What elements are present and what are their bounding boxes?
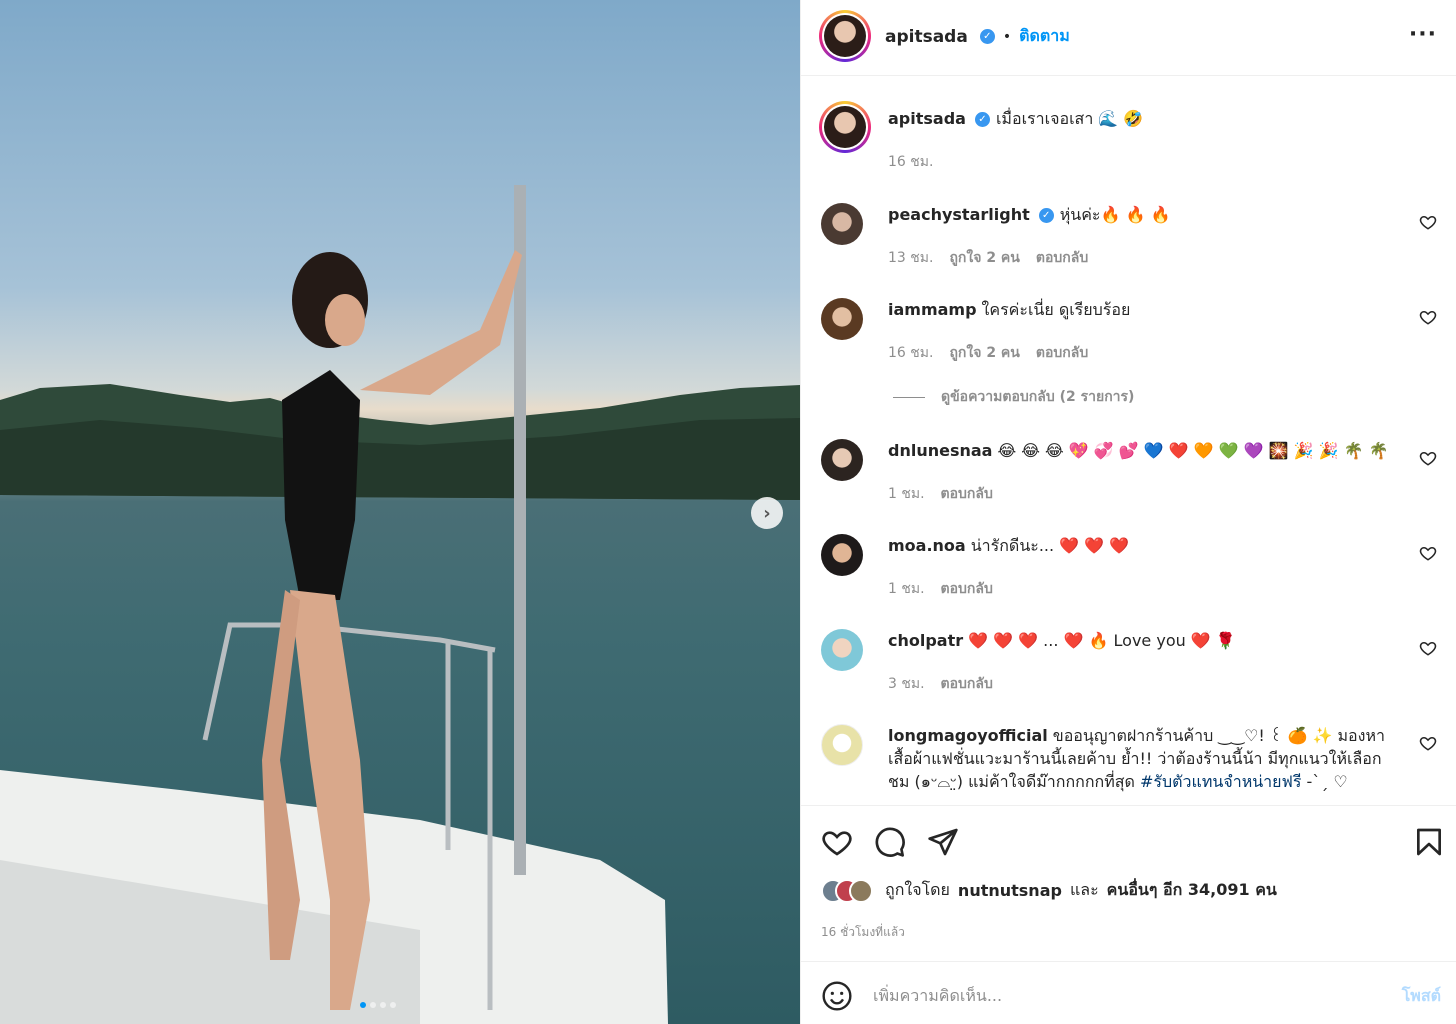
carousel-dot <box>370 1002 376 1008</box>
chevron-right-icon: › <box>763 502 771 524</box>
liked-by-user[interactable]: nutnutsnap <box>958 881 1062 900</box>
author-avatar[interactable] <box>819 101 871 153</box>
comment-username[interactable]: iammamp <box>888 300 977 319</box>
reply-button[interactable]: ตอบกลับ <box>1036 247 1088 269</box>
person-swimsuit <box>282 370 360 600</box>
like-comment-heart-icon[interactable] <box>1419 449 1437 467</box>
pole <box>514 185 526 875</box>
more-horizontal-icon[interactable]: ··· <box>1409 22 1437 47</box>
comment-username[interactable]: cholpatr <box>888 631 963 650</box>
liked-by-others[interactable]: คนอื่นๆ อีก 34,091 คน <box>1107 878 1277 903</box>
post-timestamp[interactable]: 16 ชั่วโมงที่แล้ว <box>821 923 905 942</box>
comment-username[interactable]: peachystarlight <box>888 205 1030 224</box>
comment-text-tail: -ˋˏ ♡ <box>1301 772 1348 791</box>
comment-likes-count[interactable]: ถูกใจ 2 คน <box>949 247 1019 269</box>
comment-text: ❤️ ❤️ ❤️ ... ❤️ 🔥 Love you ❤️ 🌹 <box>968 631 1236 650</box>
comment-time: 3 ชม. <box>888 676 925 692</box>
view-replies-label: ดูข้อความตอบกลับ (2 รายการ) <box>941 389 1135 405</box>
like-comment-heart-icon[interactable] <box>1419 639 1437 657</box>
carousel-dots <box>360 1002 396 1008</box>
commenter-avatar[interactable] <box>821 724 863 766</box>
like-comment-heart-icon[interactable] <box>1419 544 1437 562</box>
reply-button[interactable]: ตอบกลับ <box>941 673 993 695</box>
like-comment-heart-icon[interactable] <box>1419 213 1437 231</box>
post-side-panel: apitsada ✓ • ติดตาม ··· apitsada ✓ เมื่อเร… <box>800 0 1456 1024</box>
verified-badge-icon: ✓ <box>974 112 990 127</box>
comment-username[interactable]: moa.noa <box>888 536 966 555</box>
comment-icon[interactable] <box>874 826 906 858</box>
comment-hashtag[interactable]: #รับตัวแทนจำหน่ายฟรี <box>1140 772 1301 791</box>
post-comment-button[interactable]: โพสต์ <box>1402 984 1441 1009</box>
liker-avatar <box>849 878 873 903</box>
comment-time: 13 ชม. <box>888 250 934 266</box>
commenter-avatar[interactable] <box>821 534 863 576</box>
like-comment-heart-icon[interactable] <box>1419 734 1437 752</box>
comment-input[interactable] <box>873 980 1373 1010</box>
carousel-dot <box>390 1002 396 1008</box>
reply-button[interactable]: ตอบกลับ <box>1036 342 1088 364</box>
send-icon[interactable] <box>927 826 959 858</box>
post-photo[interactable]: › <box>0 0 800 1024</box>
view-replies-button[interactable]: ดูข้อความตอบกลับ (2 รายการ) <box>893 386 1134 408</box>
comment-time: 1 ชม. <box>888 581 925 597</box>
separator-dot: • <box>1002 28 1012 45</box>
reply-button[interactable]: ตอบกลับ <box>941 483 993 505</box>
replies-line <box>893 396 925 398</box>
author-username[interactable]: apitsada <box>885 27 968 47</box>
post-header: apitsada ✓ • ติดตาม ··· <box>801 0 1456 76</box>
comment-text: หุ่นค่ะ🔥 🔥 🔥 <box>1059 205 1171 224</box>
post-actions: ถูกใจโดย nutnutsnap และ คนอื่นๆ อีก 34,0… <box>801 805 1456 960</box>
liked-by-and: และ <box>1069 880 1099 899</box>
caption-text: เมื่อเราเจอเสา 🌊 🤣 <box>995 109 1144 128</box>
carousel-dot <box>380 1002 386 1008</box>
verified-badge-icon: ✓ <box>1038 208 1054 223</box>
comment-username[interactable]: dnlunesnaa <box>888 441 992 460</box>
author-avatar[interactable] <box>819 10 871 62</box>
comment-likes-count[interactable]: ถูกใจ 2 คน <box>949 342 1019 364</box>
person-arm <box>360 250 522 395</box>
smiley-icon[interactable] <box>821 980 853 1012</box>
commenter-avatar[interactable] <box>821 439 863 481</box>
add-comment-bar: โพสต์ <box>801 961 1456 1024</box>
bookmark-icon[interactable] <box>1413 826 1445 858</box>
photo-scene <box>0 185 800 1024</box>
like-comment-heart-icon[interactable] <box>1419 308 1437 326</box>
carousel-dot <box>360 1002 366 1008</box>
comment-text: 😂 😂 😂 💖 💞 💕 💙 ❤️ 🧡 💚 💜 🎇 🎉 🎉 🌴 🌴 <box>997 441 1389 460</box>
comment-time: 1 ชม. <box>888 486 925 502</box>
heart-icon[interactable] <box>821 826 853 858</box>
likes-summary: ถูกใจโดย nutnutsnap และ คนอื่นๆ อีก 34,0… <box>821 878 1277 903</box>
liked-by-prefix: ถูกใจโดย <box>885 880 950 899</box>
caption-username[interactable]: apitsada <box>888 109 966 128</box>
comment-text: น่ารักดีนะ... ❤️ ❤️ ❤️ <box>970 536 1130 555</box>
person-face <box>325 294 365 346</box>
comment-username[interactable]: longmagoyofficial <box>888 726 1048 745</box>
reply-button[interactable]: ตอบกลับ <box>941 578 993 600</box>
comments-list[interactable]: apitsada ✓ เมื่อเราเจอเสา 🌊 🤣 16 ชม. peach… <box>801 77 1456 805</box>
caption-time: 16 ชม. <box>888 154 934 170</box>
comment-time: 16 ชม. <box>888 345 934 361</box>
verified-badge-icon: ✓ <box>979 29 995 44</box>
next-photo-button[interactable]: › <box>751 497 783 529</box>
commenter-avatar[interactable] <box>821 298 863 340</box>
follow-button[interactable]: ติดตาม <box>1019 24 1070 49</box>
comment-text: ใครค่ะเนี่ย ดูเรียบร้อย <box>981 300 1131 319</box>
commenter-avatar[interactable] <box>821 203 863 245</box>
commenter-avatar[interactable] <box>821 629 863 671</box>
